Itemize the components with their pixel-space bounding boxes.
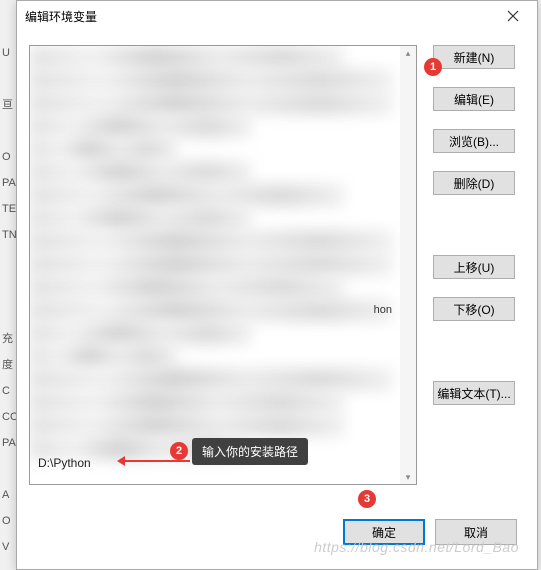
move-up-button[interactable]: 上移(U) bbox=[433, 255, 515, 279]
visible-path-fragment: hon bbox=[374, 304, 392, 316]
close-icon bbox=[507, 10, 519, 22]
scroll-up-icon[interactable]: ▴ bbox=[400, 46, 416, 60]
dialog-content: hon D:\Python ▴ ▾ 新建(N) 编辑(E) 浏览(B)... 删… bbox=[17, 31, 537, 491]
titlebar: 编辑环境变量 bbox=[17, 1, 537, 31]
move-down-button[interactable]: 下移(O) bbox=[433, 297, 515, 321]
annotation-tooltip: 输入你的安装路径 bbox=[192, 438, 308, 465]
close-button[interactable] bbox=[493, 2, 533, 30]
dialog-title: 编辑环境变量 bbox=[25, 8, 97, 25]
path-listbox[interactable]: hon D:\Python ▴ ▾ bbox=[29, 45, 417, 485]
annotation-badge-3: 3 bbox=[358, 490, 376, 508]
annotation-badge-2: 2 bbox=[170, 442, 188, 460]
listbox-inner bbox=[30, 46, 400, 484]
path-input-value: D:\Python bbox=[38, 456, 91, 470]
edit-text-button[interactable]: 编辑文本(T)... bbox=[433, 381, 515, 405]
edit-button[interactable]: 编辑(E) bbox=[433, 87, 515, 111]
annotation-arrow bbox=[120, 460, 190, 462]
new-button[interactable]: 新建(N) bbox=[433, 45, 515, 69]
edit-env-var-dialog: 编辑环境变量 bbox=[16, 0, 538, 570]
scrollbar[interactable]: ▴ ▾ bbox=[400, 46, 416, 484]
delete-button[interactable]: 删除(D) bbox=[433, 171, 515, 195]
browse-button[interactable]: 浏览(B)... bbox=[433, 129, 515, 153]
watermark-text: https://blog.csdn.net/Lord_Bao bbox=[314, 539, 519, 555]
annotation-badge-1: 1 bbox=[424, 58, 442, 76]
scroll-down-icon[interactable]: ▾ bbox=[400, 470, 416, 484]
button-column: 新建(N) 编辑(E) 浏览(B)... 删除(D) 上移(U) 下移(O) 编… bbox=[433, 45, 515, 485]
